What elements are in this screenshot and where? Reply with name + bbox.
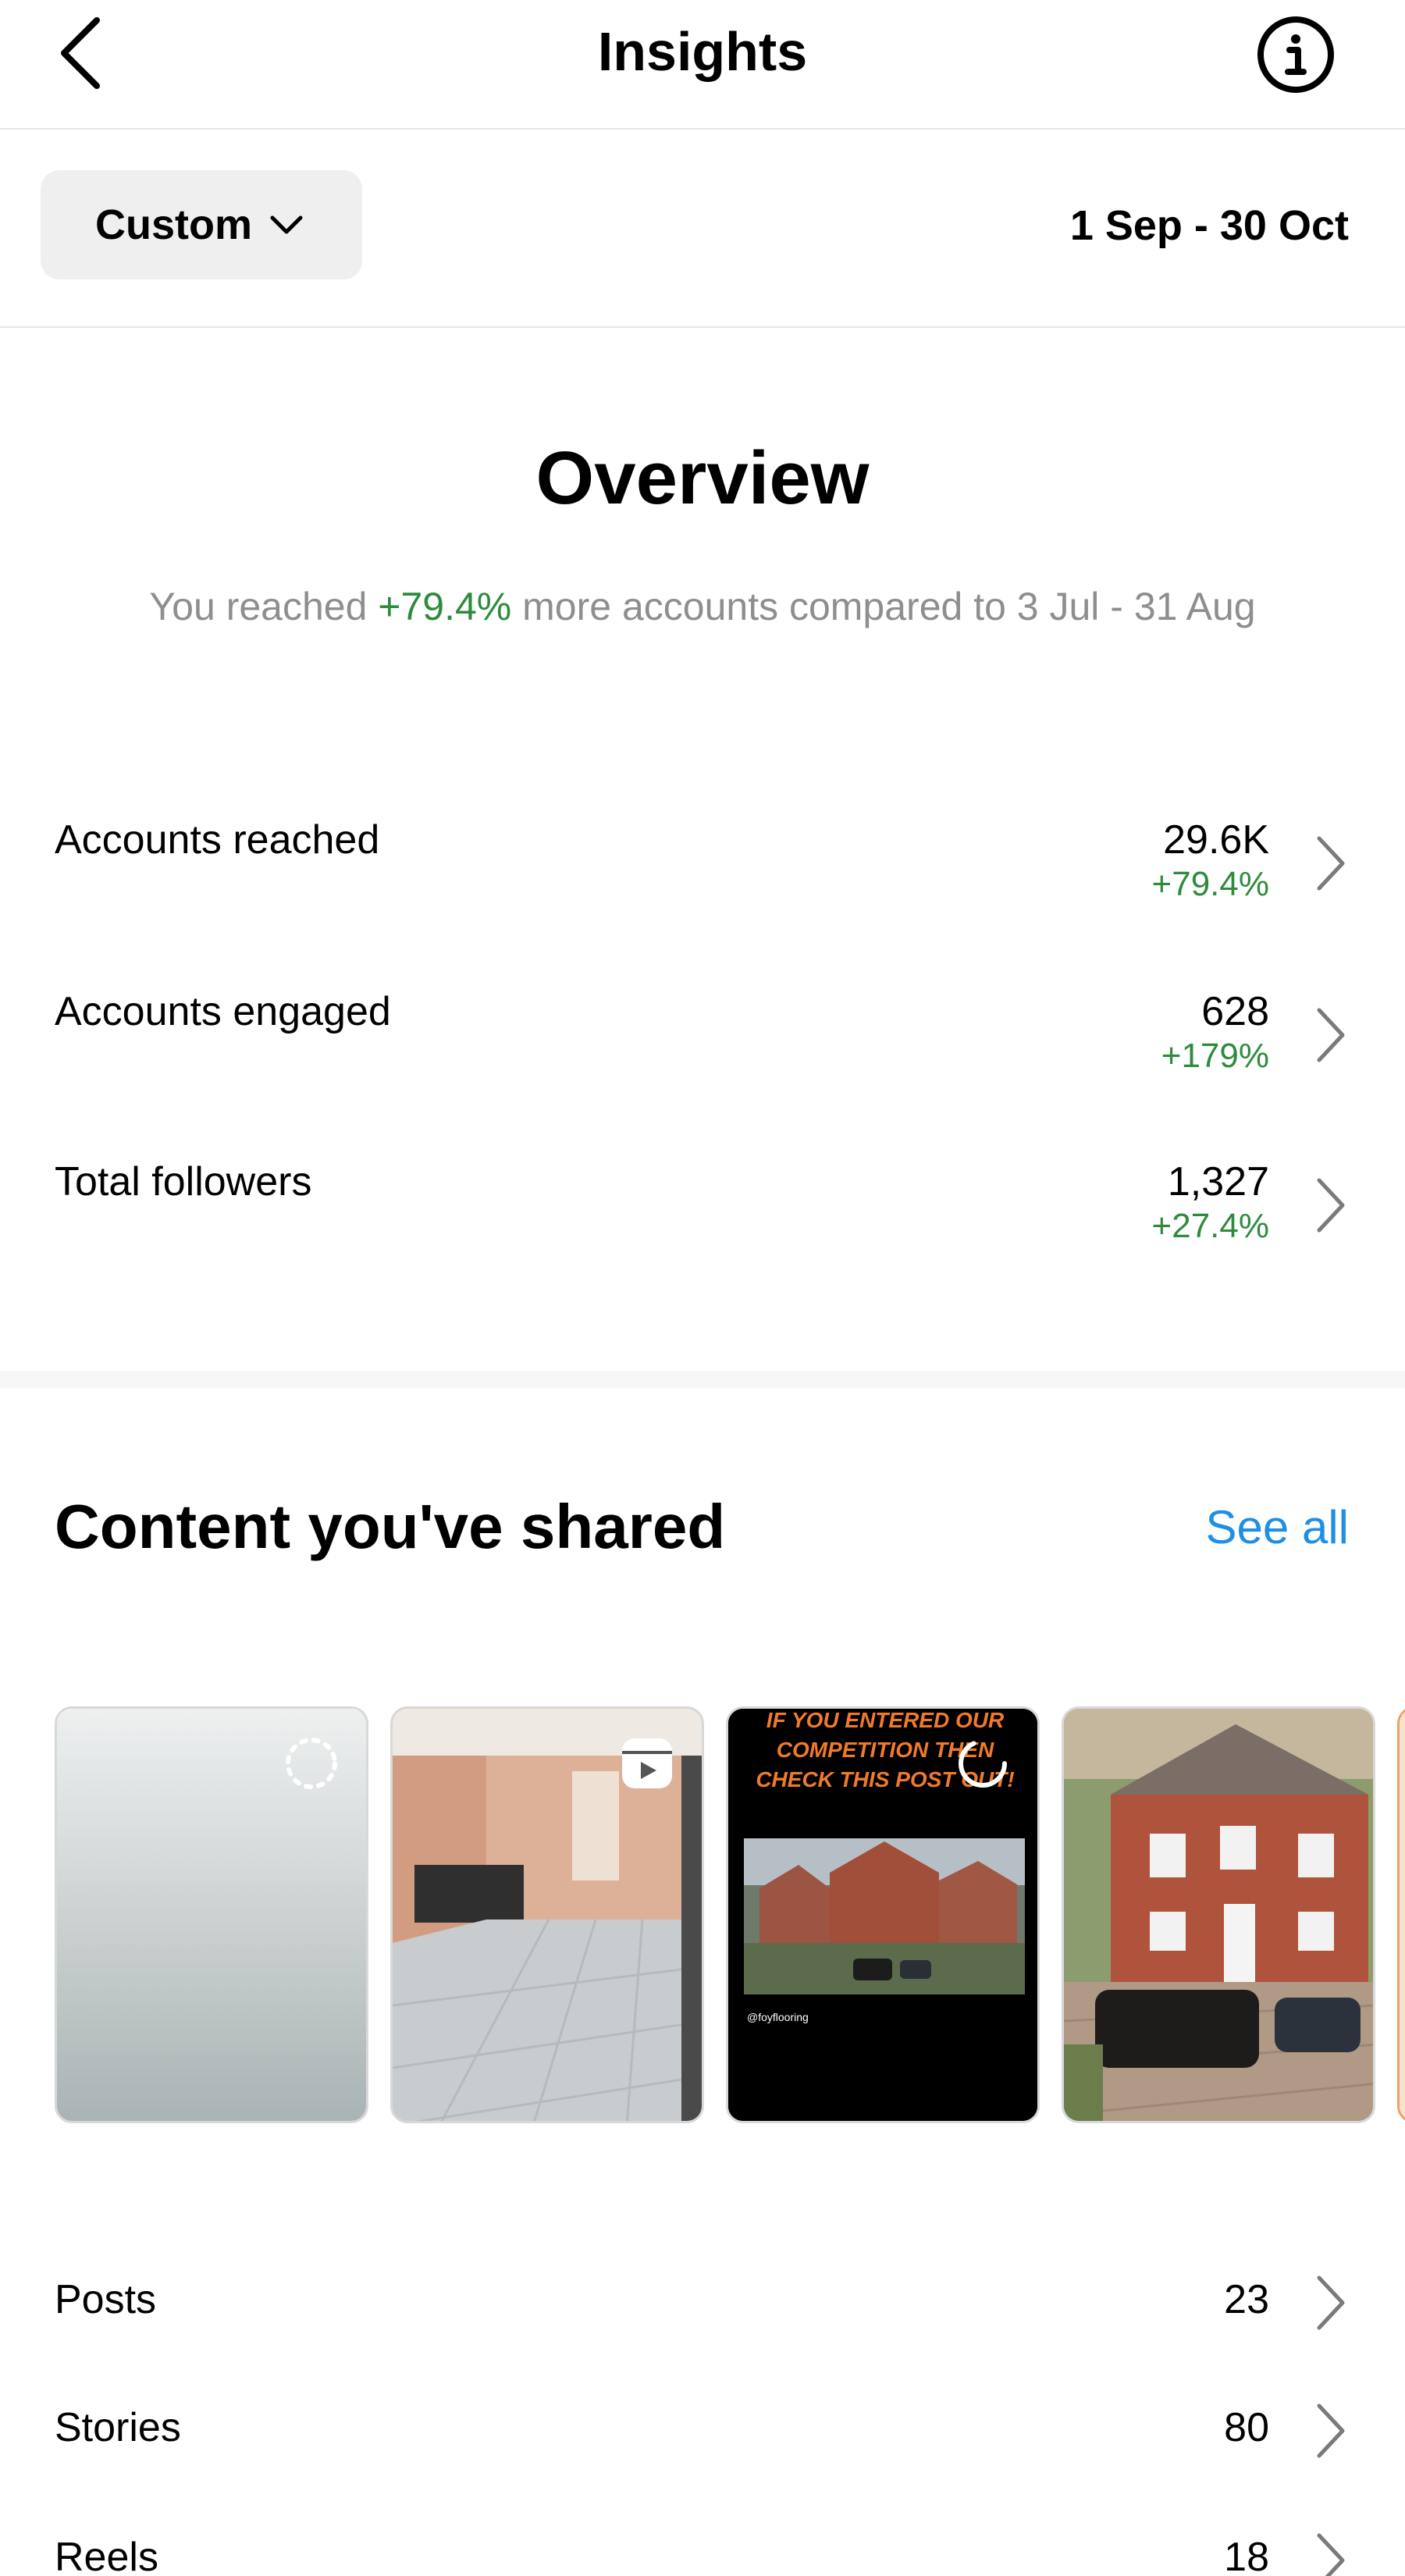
chevron-right-icon bbox=[1317, 2533, 1345, 2576]
overview-desc-suffix: more accounts compared to 3 Jul - 31 Aug bbox=[511, 585, 1256, 628]
count-label: Posts bbox=[55, 2277, 157, 2322]
content-thumbnail-strip[interactable]: IF YOU ENTERED OUR COMPETITION THEN CHEC… bbox=[55, 1706, 1405, 2125]
house-vans-image bbox=[1064, 1709, 1373, 2121]
overview-title: Overview bbox=[535, 436, 870, 520]
overview-desc-highlight: +79.4% bbox=[378, 585, 512, 628]
competition-handle: @foyflooring bbox=[747, 2011, 809, 2023]
metric-change: +179% bbox=[1161, 1037, 1269, 1075]
metric-row-accounts-engaged[interactable]: Accounts engaged 628 +179% bbox=[0, 988, 1405, 1121]
chevron-right-icon bbox=[1317, 1178, 1345, 1233]
count-row-posts[interactable]: Posts 23 bbox=[0, 2275, 1405, 2370]
reels-icon bbox=[622, 1738, 672, 1788]
competition-headline-line: IF YOU ENTERED OUR bbox=[767, 1709, 1005, 1732]
content-thumbnail[interactable] bbox=[390, 1706, 704, 2123]
count-value: 18 bbox=[1224, 2535, 1269, 2576]
chevron-right-icon bbox=[1317, 836, 1345, 891]
overview-description: You reached +79.4% more accounts compare… bbox=[109, 582, 1296, 631]
count-row-stories[interactable]: Stories 80 bbox=[0, 2403, 1405, 2498]
chevron-down-icon bbox=[270, 215, 303, 234]
content-section-title: Content you've shared bbox=[55, 1492, 726, 1561]
metric-change: +27.4% bbox=[1151, 1207, 1269, 1245]
loading-spinner-icon bbox=[286, 1738, 337, 1789]
count-label: Reels bbox=[55, 2535, 158, 2576]
count-value: 80 bbox=[1224, 2405, 1269, 2450]
page-title: Insights bbox=[597, 21, 808, 82]
partial-thumbnail-image bbox=[1400, 1709, 1405, 2121]
chevron-right-icon bbox=[1317, 1008, 1345, 1062]
metric-label: Accounts engaged bbox=[55, 989, 391, 1034]
metric-value: 1,327 bbox=[1167, 1159, 1269, 1204]
content-thumbnail[interactable] bbox=[55, 1706, 368, 2123]
chevron-right-icon bbox=[1317, 2275, 1345, 2330]
info-button[interactable] bbox=[1255, 14, 1336, 95]
metric-label: Accounts reached bbox=[55, 817, 380, 863]
metric-value: 29.6K bbox=[1163, 817, 1269, 863]
metric-row-accounts-reached[interactable]: Accounts reached 29.6K +79.4% bbox=[0, 817, 1405, 949]
metric-change: +79.4% bbox=[1151, 865, 1269, 903]
info-circle-icon bbox=[1257, 16, 1334, 93]
metric-value: 628 bbox=[1201, 989, 1269, 1034]
chevron-right-icon bbox=[1317, 2403, 1345, 2458]
content-thumbnail[interactable] bbox=[1397, 1706, 1405, 2123]
range-type-label: Custom bbox=[95, 201, 252, 248]
loading-spinner-icon bbox=[959, 1739, 1007, 1788]
count-row-reels[interactable]: Reels 18 bbox=[0, 2533, 1405, 2576]
filter-bar: Custom 1 Sep - 30 Oct bbox=[0, 130, 1405, 328]
metric-row-total-followers[interactable]: Total followers 1,327 +27.4% bbox=[0, 1158, 1405, 1291]
top-bar: Insights bbox=[0, 0, 1405, 130]
date-range[interactable]: 1 Sep - 30 Oct bbox=[1070, 201, 1349, 250]
metric-label: Total followers bbox=[55, 1159, 312, 1204]
count-label: Stories bbox=[55, 2405, 181, 2450]
see-all-link[interactable]: See all bbox=[1206, 1500, 1349, 1554]
content-thumbnail[interactable] bbox=[1062, 1706, 1375, 2123]
count-value: 23 bbox=[1224, 2277, 1269, 2322]
overview-desc-prefix: You reached bbox=[149, 585, 379, 628]
range-type-dropdown[interactable]: Custom bbox=[41, 170, 362, 279]
content-thumbnail[interactable]: IF YOU ENTERED OUR COMPETITION THEN CHEC… bbox=[726, 1706, 1040, 2123]
section-divider bbox=[0, 1371, 1405, 1388]
